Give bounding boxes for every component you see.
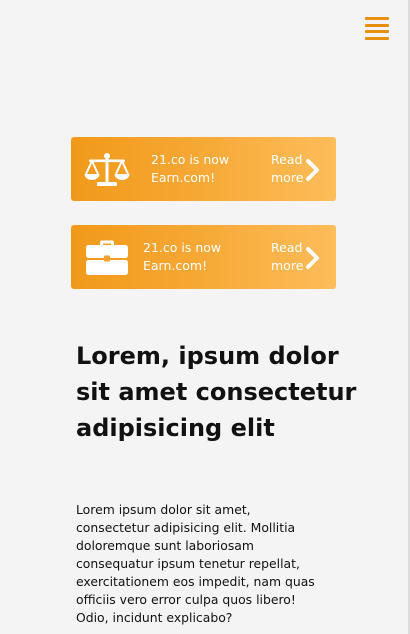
announcement-banner-1[interactable]: 21.co is now Earn.com! Read more [71,137,336,201]
menu-bar [365,30,389,33]
banner-message: 21.co is now Earn.com! [143,239,253,275]
chevron-right-icon[interactable] [304,158,322,182]
banner-message-line2: Earn.com! [151,170,216,185]
banner-message: 21.co is now Earn.com! [151,151,261,187]
article-body: Lorem ipsum dolor sit amet, consectetur … [76,502,315,625]
chevron-right-icon[interactable] [304,246,322,270]
banner-message-line1: 21.co is now [143,240,222,255]
scales-icon [84,153,130,186]
banner-message-line2: Earn.com! [143,258,208,273]
menu-bar [365,17,389,20]
banner-message-line1: 21.co is now [151,152,230,167]
announcement-banner-2[interactable]: 21.co is now Earn.com! Read more [71,225,336,289]
menu-bar [365,37,389,40]
hamburger-menu-icon[interactable] [365,17,389,41]
article-headline: Lorem, ipsum dolor sit amet consectetur … [76,342,357,442]
menu-bar [365,24,389,27]
briefcase-icon [86,240,128,275]
